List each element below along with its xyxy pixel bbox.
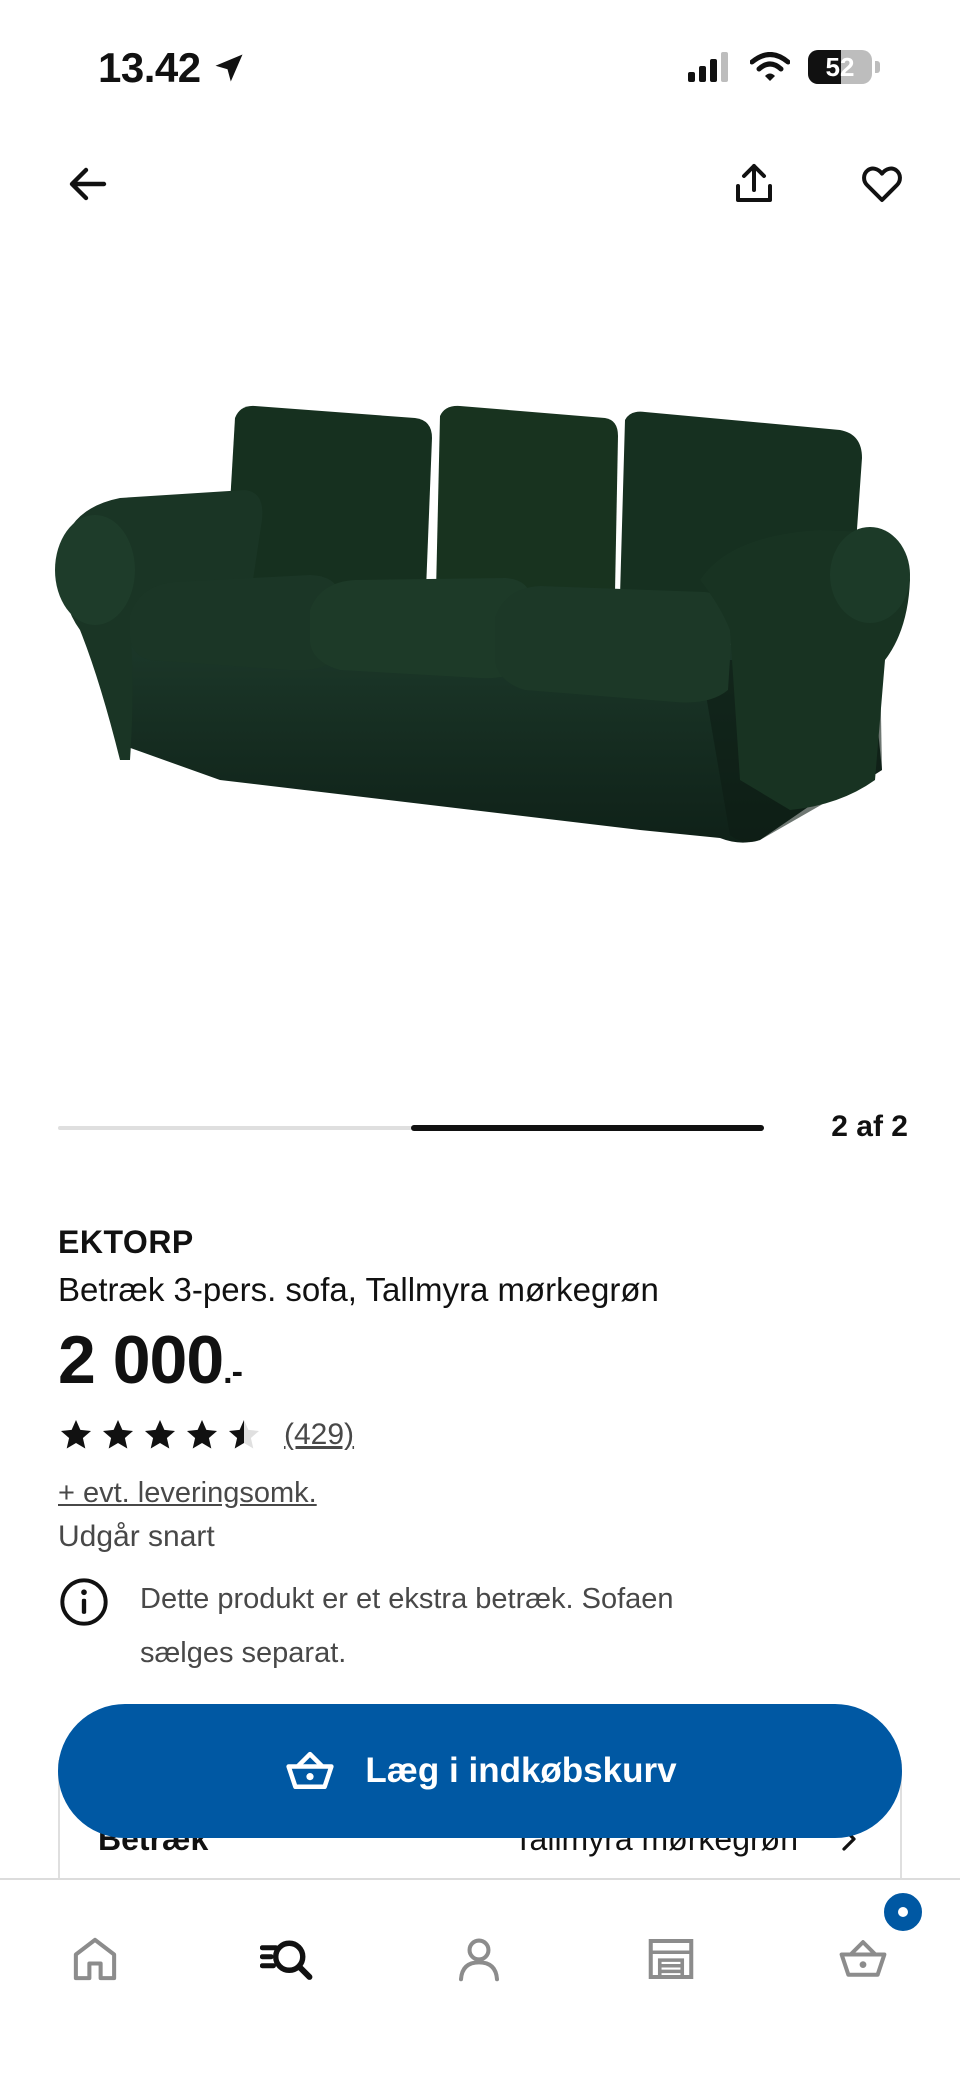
home-icon — [73, 1937, 117, 1981]
status-indicators: 52 — [688, 50, 880, 84]
battery-level: 52 — [825, 51, 855, 82]
tab-home[interactable] — [50, 1914, 140, 2004]
tab-profile[interactable] — [434, 1914, 524, 2004]
review-count-link[interactable]: (429) — [284, 1418, 354, 1452]
basket-icon — [286, 1751, 335, 1789]
arrow-left-icon — [69, 167, 107, 201]
product-price: 2 000 .- — [58, 1321, 902, 1399]
price-suffix: .- — [223, 1353, 243, 1391]
delivery-cost-link[interactable]: + evt. leveringsomk. — [58, 1477, 317, 1510]
carousel-page-label: 2 af 2 — [831, 1110, 908, 1143]
wifi-icon — [750, 52, 790, 81]
bottom-tab-bar — [0, 1878, 960, 2081]
star-icon — [145, 1420, 175, 1449]
back-button[interactable] — [48, 144, 128, 224]
add-to-cart-label: Læg i indkøbskurv — [365, 1751, 677, 1790]
notice-text: Dette produkt er et ekstra betræk. Sofae… — [140, 1583, 674, 1669]
rating-stars — [58, 1417, 262, 1453]
star-icon — [229, 1420, 259, 1449]
image-carousel-indicator: 2 af 2 — [58, 1100, 908, 1160]
cart-badge-dot — [898, 1907, 908, 1917]
profile-icon — [458, 1938, 500, 1982]
star-icon — [61, 1420, 91, 1449]
product-notice: Dette produkt er et ekstra betræk. Sofae… — [58, 1572, 902, 1680]
star-icon — [187, 1420, 217, 1449]
battery-indicator: 52 — [808, 50, 872, 84]
cart-badge — [881, 1890, 925, 1934]
status-bar: 13.42 52 — [0, 0, 960, 140]
tab-stores[interactable] — [626, 1914, 716, 2004]
search-icon — [260, 1940, 313, 1980]
signal-icon — [688, 52, 728, 82]
share-icon — [736, 164, 772, 202]
tab-search[interactable] — [242, 1914, 332, 2004]
product-name: EKTORP — [58, 1224, 194, 1260]
stock-status: Udgår snart — [58, 1520, 215, 1553]
product-image[interactable] — [40, 360, 920, 880]
location-arrow-icon — [215, 54, 243, 82]
share-button[interactable] — [714, 144, 794, 224]
sofa-image — [55, 405, 910, 843]
star-icon — [103, 1420, 133, 1449]
store-icon — [648, 1938, 694, 1980]
add-to-cart-button[interactable]: Læg i indkøbskurv — [58, 1704, 902, 1838]
info-icon — [60, 1578, 108, 1626]
heart-icon — [862, 166, 902, 202]
product-rating[interactable]: (429) — [58, 1413, 902, 1457]
carousel-progress — [411, 1125, 764, 1131]
product-info: EKTORP Betræk 3-pers. sofa, Tallmyra mør… — [58, 1224, 902, 1680]
favorite-button[interactable] — [842, 144, 922, 224]
cart-icon — [839, 1940, 887, 1977]
battery-cap — [875, 61, 880, 73]
status-time-text: 13.42 — [98, 44, 201, 91]
status-time: 13.42 — [98, 44, 247, 92]
product-description: Betræk 3-pers. sofa, Tallmyra mørkegrøn — [58, 1271, 659, 1308]
price-value: 2 000 — [58, 1322, 224, 1398]
